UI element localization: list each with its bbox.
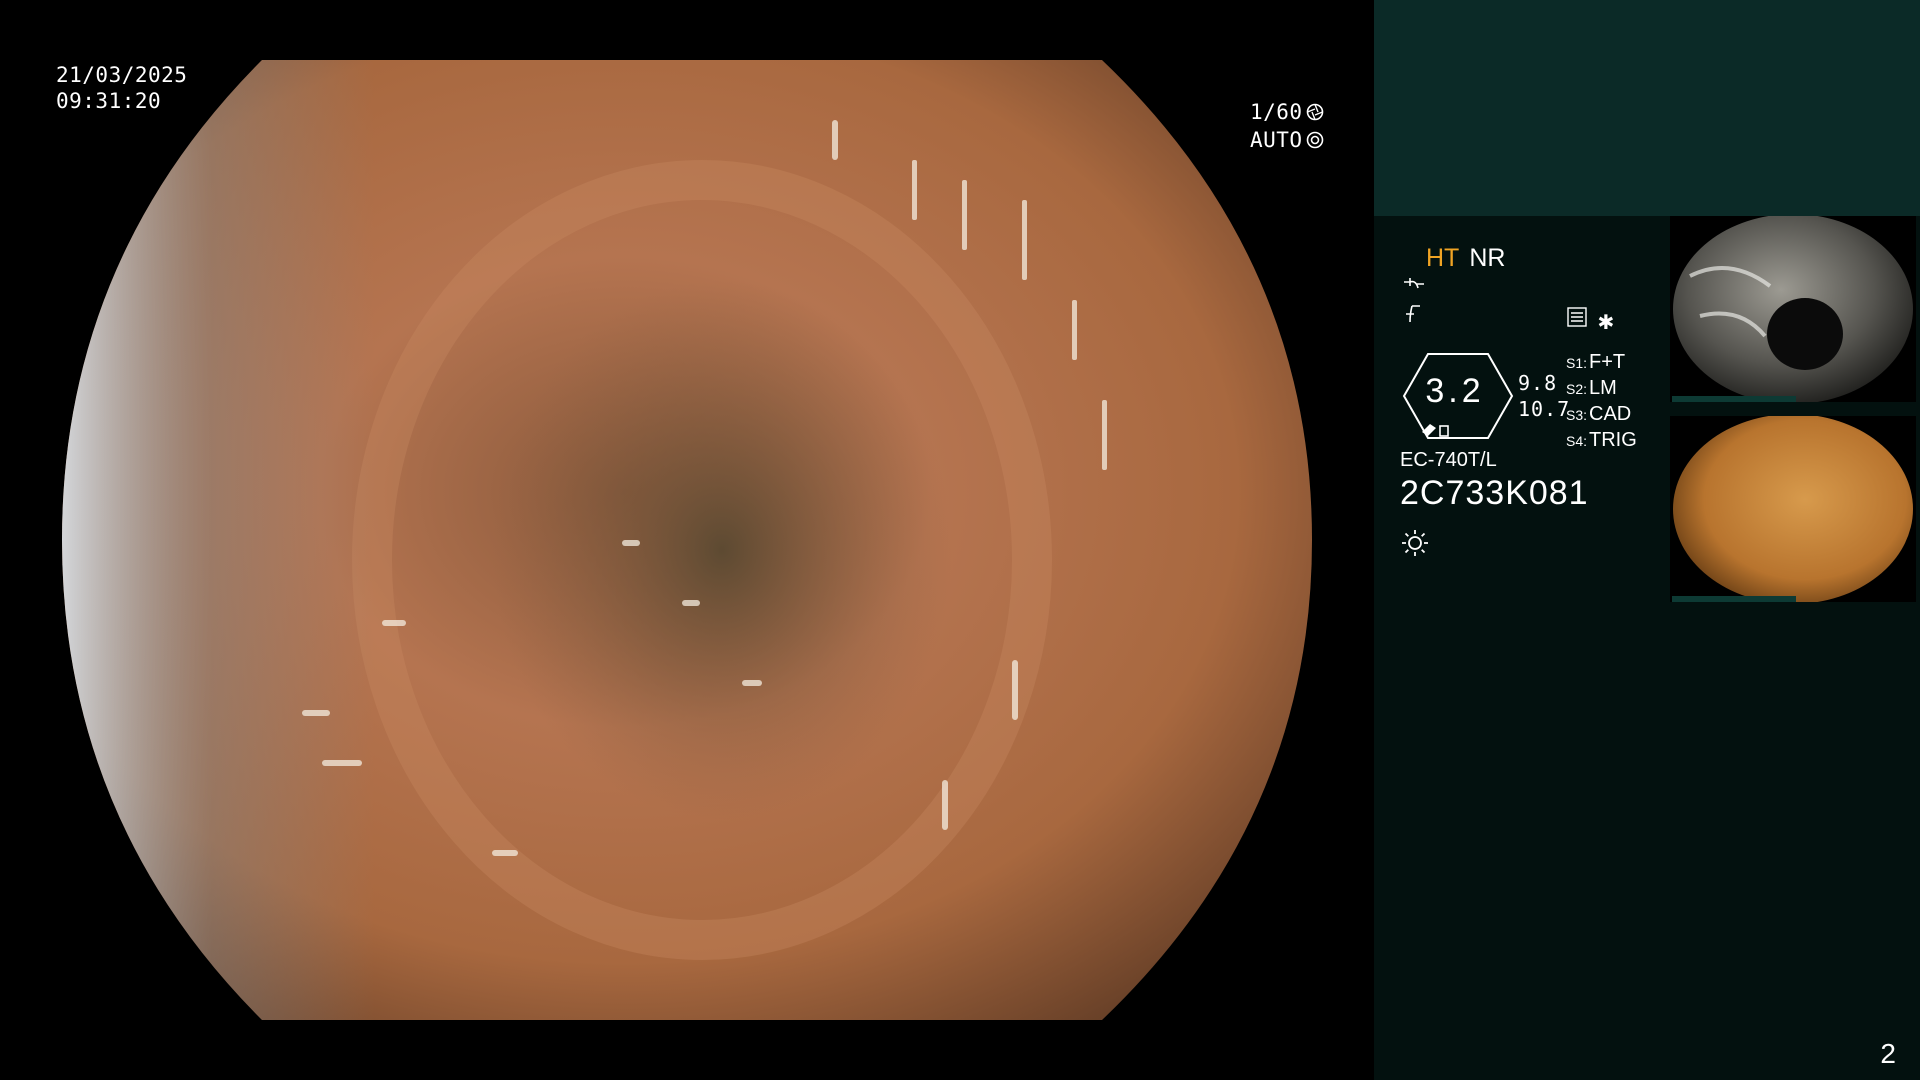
thumbnail-2-footer	[1672, 596, 1796, 602]
mode-ht-label: HT	[1426, 244, 1460, 272]
zoom-value: 3.2	[1425, 372, 1485, 410]
mag-value-1: 9.8	[1518, 371, 1558, 395]
date-time-overlay: 21/03/2025 09:31:20	[56, 62, 187, 114]
switch-s1: S1: F+T	[1566, 351, 1626, 373]
thumbnail-1-image	[1673, 216, 1913, 402]
switch-s4: S4: TRIG	[1566, 429, 1637, 451]
asterisk-icon: ✱	[1598, 306, 1614, 336]
panel-header	[1374, 0, 1920, 216]
thumbnail-1-footer	[1672, 396, 1796, 402]
iris-icon	[1306, 131, 1323, 149]
scope-model: EC-740T/L	[1400, 449, 1497, 471]
light-icon	[1402, 530, 1428, 556]
shutter-row: 1/60	[1250, 98, 1324, 126]
mag-value-2: 10.7	[1518, 397, 1571, 421]
endoscope-image	[62, 60, 1312, 1020]
magnification-values: 9.8 10.7	[1518, 370, 1570, 422]
date-text: 21/03/2025	[56, 63, 188, 87]
switch-s3: S3: CAD	[1566, 403, 1632, 425]
filter-icon	[1406, 305, 1420, 323]
page-number: 2	[1880, 1038, 1896, 1069]
serial-number: 2C733K081	[1400, 474, 1589, 512]
exposure-row: AUTO	[1250, 126, 1324, 154]
thumbnail-2[interactable]	[1670, 416, 1916, 602]
thumbnail-2-image	[1673, 416, 1913, 602]
mode-nr-label: NR	[1469, 244, 1506, 272]
aperture-icon	[1306, 103, 1323, 121]
shutter-text: 1/60	[1250, 100, 1303, 124]
thumbnail-1[interactable]	[1670, 216, 1916, 402]
menu-icon	[1567, 307, 1587, 327]
scale-icon	[1404, 278, 1424, 289]
info-panel: HT NR ✱ 3.2 9.8 10.7 S1: F+T S2: LM S3: CAD …	[1374, 0, 1920, 1080]
switch-assignments: S1: F+T S2: LM S3: CAD S4: TRIG	[1566, 350, 1637, 454]
switch-s2: S2: LM	[1566, 377, 1617, 399]
mode-indicators: HT NR	[1426, 244, 1505, 273]
exposure-mode-text: AUTO	[1250, 128, 1303, 152]
endoscope-main-view: 21/03/2025 09:31:20 1/60 AUTO	[0, 0, 1374, 1080]
exposure-overlay: 1/60 AUTO	[1250, 98, 1324, 154]
time-text: 09:31:20	[56, 89, 162, 113]
